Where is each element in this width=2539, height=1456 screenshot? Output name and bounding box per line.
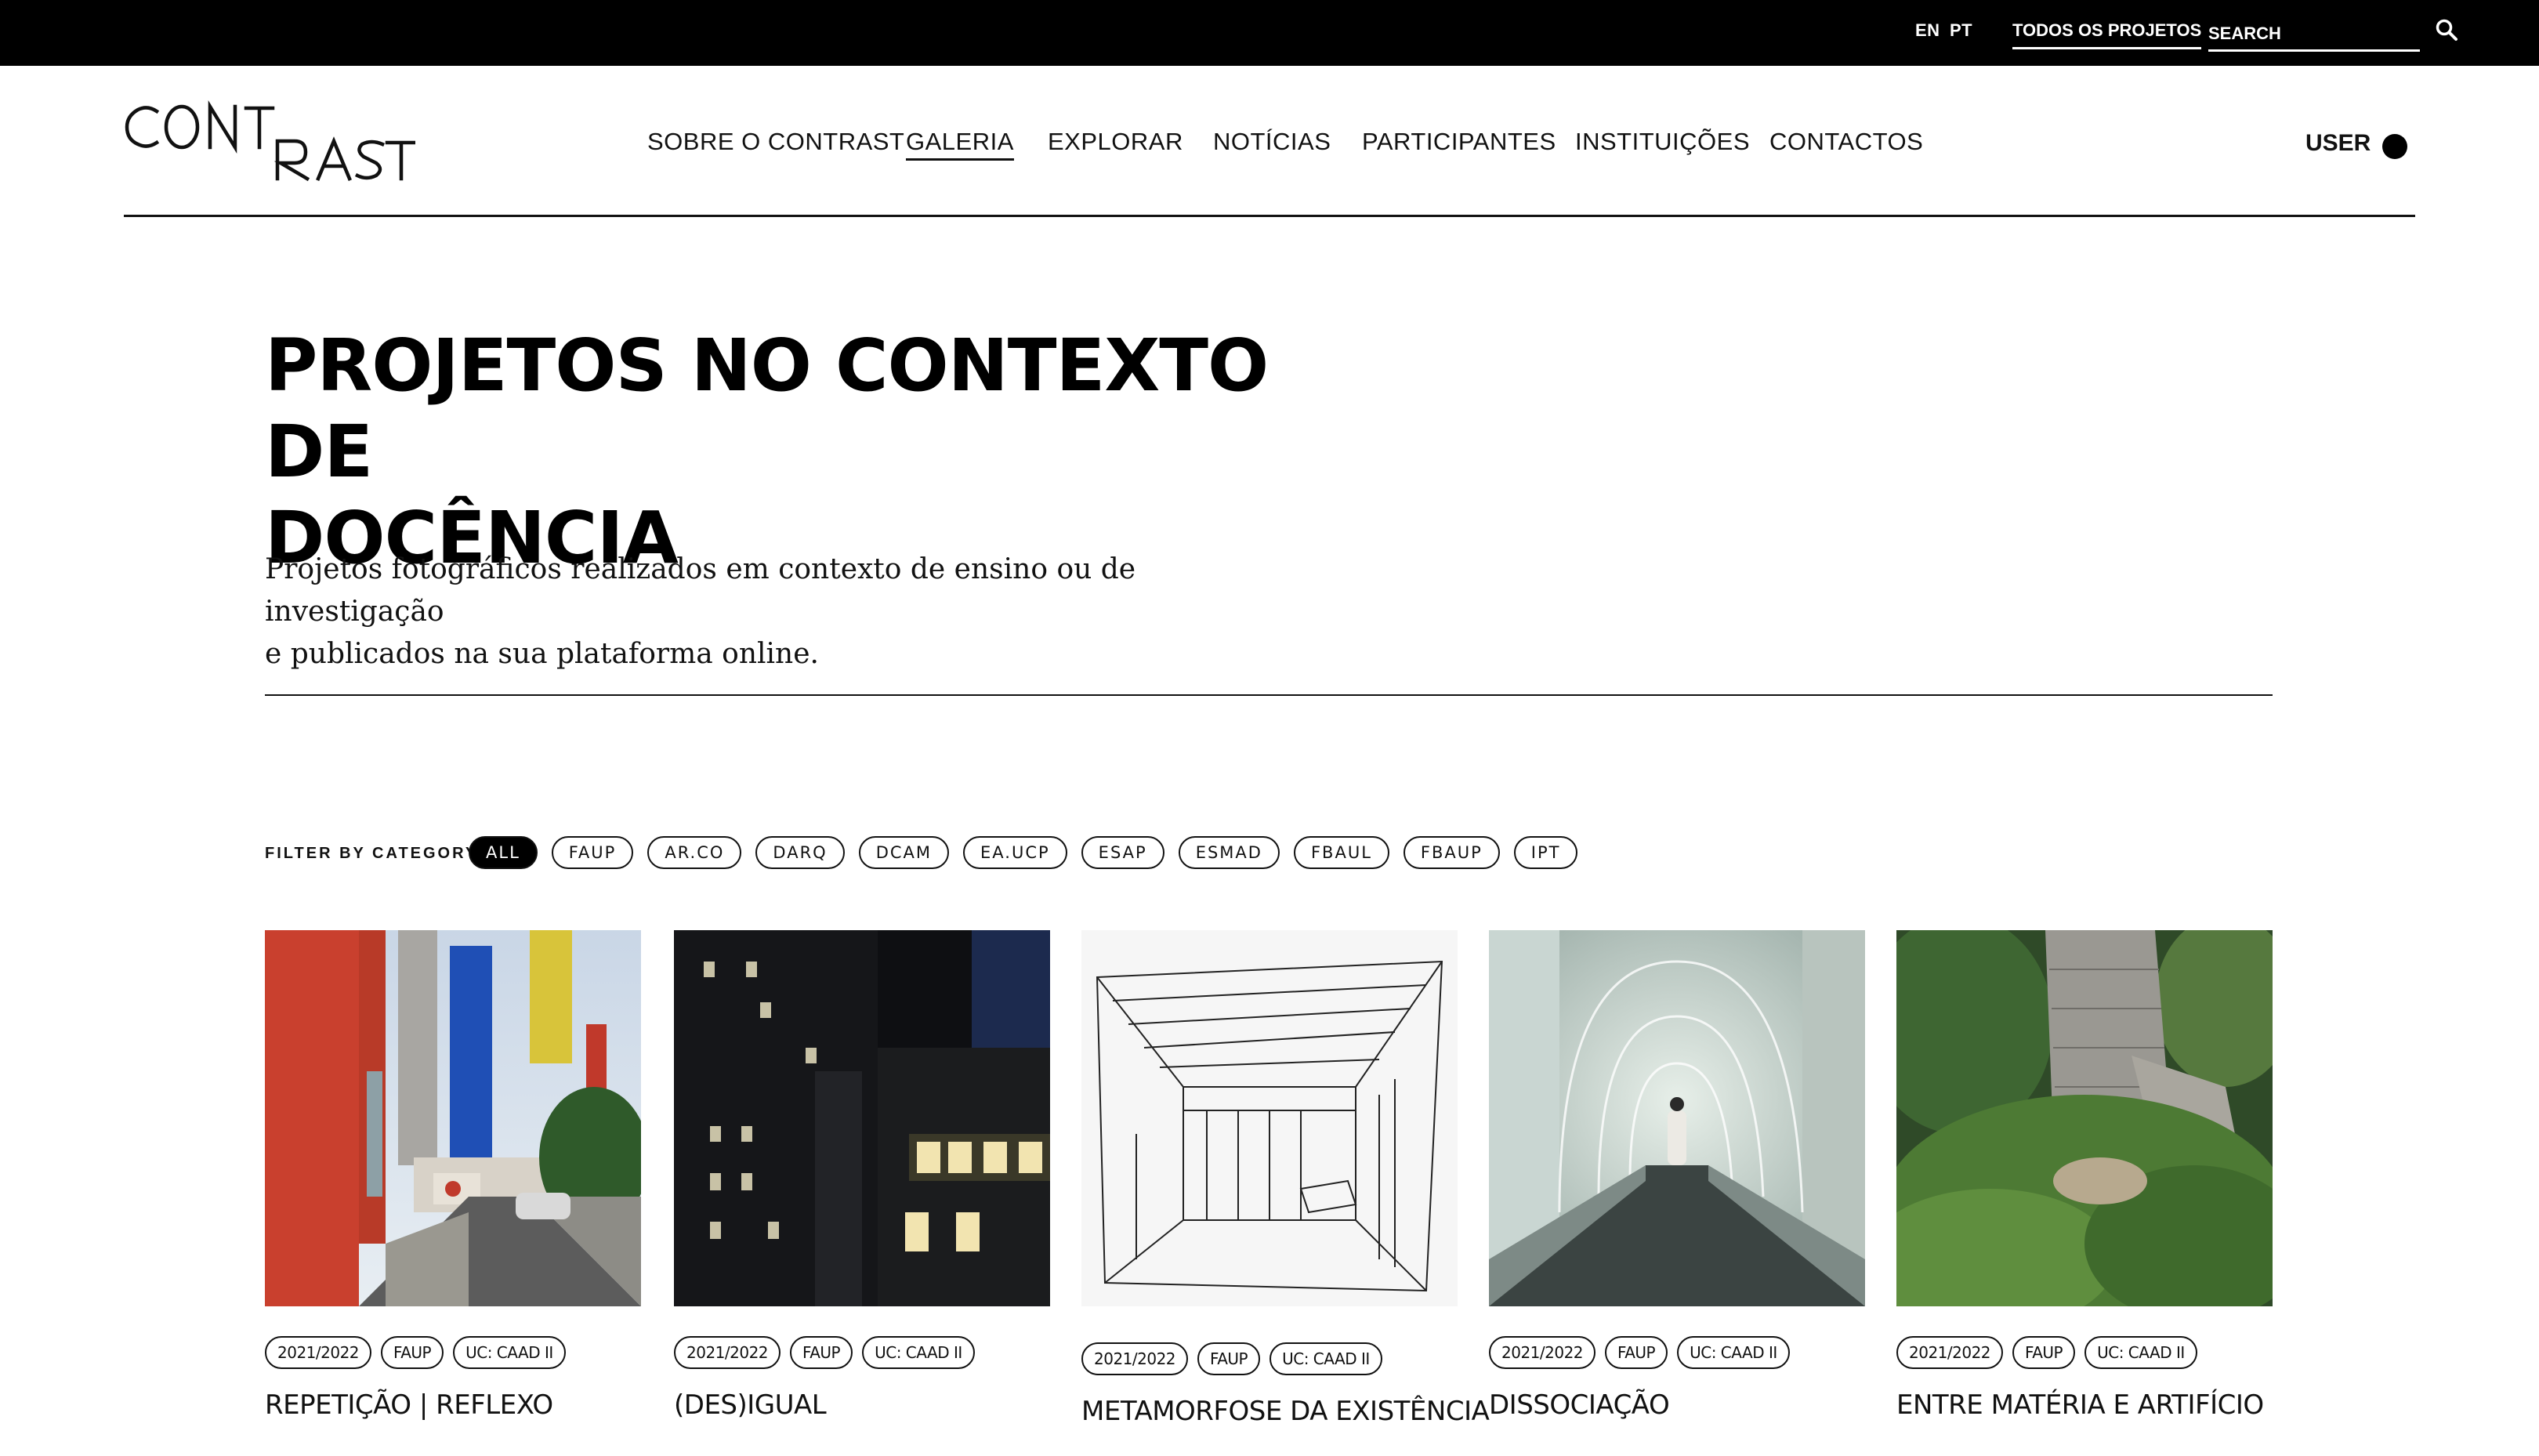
- filter-chip-arco[interactable]: AR.CO: [647, 836, 742, 869]
- project-card[interactable]: 2021/2022 FAUP UC: CAAD II DISSOCIAÇÃO: [1489, 930, 1865, 1421]
- hero-divider: [265, 694, 2273, 696]
- nav-galeria[interactable]: GALERIA: [906, 128, 1014, 161]
- filter-chip-dcam[interactable]: DCAM: [858, 836, 950, 869]
- project-tags: 2021/2022 FAUP UC: CAAD II: [674, 1336, 1050, 1369]
- project-title[interactable]: (DES)IGUAL: [674, 1389, 1050, 1421]
- filter-chip-esap[interactable]: ESAP: [1081, 836, 1164, 869]
- project-title[interactable]: REPETIÇÃO | REFLEXO: [265, 1389, 641, 1421]
- page-title-line-1: PROJETOS NO CONTEXTO DE: [265, 324, 1269, 494]
- tag-course[interactable]: UC: CAAD II: [453, 1336, 566, 1369]
- nav-contactos[interactable]: CONTACTOS: [1769, 128, 1923, 156]
- project-card[interactable]: 2021/2022 FAUP UC: CAAD II REPETIÇÃO | R…: [265, 930, 641, 1421]
- filter-chip-faup[interactable]: FAUP: [551, 836, 634, 869]
- page-description-line-2: e publicados na sua plataforma online.: [265, 638, 819, 670]
- category-filter: ALL FAUP AR.CO DARQ DCAM EA.UCP ESAP ESM…: [469, 836, 1578, 869]
- project-tags: 2021/2022 FAUP UC: CAAD II: [265, 1336, 641, 1369]
- tag-year[interactable]: 2021/2022: [674, 1336, 781, 1369]
- all-projects-link[interactable]: TODOS OS PROJETOS: [2012, 20, 2202, 49]
- tag-course[interactable]: UC: CAAD II: [1270, 1342, 1382, 1375]
- search-field: [2208, 11, 2420, 52]
- tag-course[interactable]: UC: CAAD II: [1677, 1336, 1790, 1369]
- project-card[interactable]: 2021/2022 FAUP UC: CAAD II ENTRE MATÉRIA…: [1896, 930, 2273, 1421]
- tag-institution[interactable]: FAUP: [381, 1336, 444, 1369]
- page-title: PROJETOS NO CONTEXTO DE DOCÊNCIA: [265, 323, 1362, 581]
- filter-chip-eaucp[interactable]: EA.UCP: [963, 836, 1067, 869]
- tag-year[interactable]: 2021/2022: [1896, 1336, 2004, 1369]
- project-thumbnail[interactable]: [1896, 930, 2273, 1306]
- nav-participantes[interactable]: PARTICIPANTES: [1362, 128, 1556, 156]
- language-en-link[interactable]: EN: [1915, 20, 1940, 41]
- tag-institution[interactable]: FAUP: [790, 1336, 853, 1369]
- search-input[interactable]: [2208, 11, 2420, 49]
- project-card[interactable]: 2021/2022 FAUP UC: CAAD II (DES)IGUAL: [674, 930, 1050, 1421]
- tag-year[interactable]: 2021/2022: [1081, 1342, 1189, 1375]
- filter-chip-darq[interactable]: DARQ: [755, 836, 845, 869]
- filter-chip-fbaul[interactable]: FBAUL: [1293, 836, 1389, 869]
- project-tags: 2021/2022 FAUP UC: CAAD II: [1489, 1336, 1865, 1369]
- tag-institution[interactable]: FAUP: [1197, 1342, 1261, 1375]
- nav-explorar[interactable]: EXPLORAR: [1048, 128, 1183, 156]
- tag-institution[interactable]: FAUP: [2012, 1336, 2076, 1369]
- tag-year[interactable]: 2021/2022: [265, 1336, 372, 1369]
- project-tags: 2021/2022 FAUP UC: CAAD II: [1896, 1336, 2273, 1369]
- tag-course[interactable]: UC: CAAD II: [2084, 1336, 2197, 1369]
- project-thumbnail[interactable]: [265, 930, 641, 1306]
- filter-chip-esmad[interactable]: ESMAD: [1178, 836, 1280, 869]
- tag-institution[interactable]: FAUP: [1605, 1336, 1668, 1369]
- header-divider: [124, 215, 2415, 217]
- project-card[interactable]: 2021/2022 FAUP UC: CAAD II METAMORFOSE D…: [1081, 930, 1490, 1427]
- nav-sobre[interactable]: SOBRE O CONTRAST: [647, 128, 904, 156]
- logo-mark: [125, 100, 418, 182]
- project-thumbnail[interactable]: [1081, 930, 1458, 1306]
- tag-course[interactable]: UC: CAAD II: [862, 1336, 975, 1369]
- project-thumbnail[interactable]: [1489, 930, 1865, 1306]
- page-description-line-1: Projetos fotográficos realizados em cont…: [265, 553, 1136, 628]
- language-pt-link[interactable]: PT: [1950, 20, 1972, 41]
- project-title[interactable]: METAMORFOSE DA EXISTÊNCIA: [1081, 1396, 1490, 1427]
- page-description: Projetos fotográficos realizados em cont…: [265, 549, 1252, 675]
- search-icon[interactable]: [2434, 17, 2461, 44]
- filter-label: FILTER BY CATEGORY:: [265, 845, 485, 862]
- top-bar: EN PT TODOS OS PROJETOS: [0, 0, 2539, 66]
- contrast-logo[interactable]: [124, 100, 418, 182]
- project-title[interactable]: ENTRE MATÉRIA E ARTIFÍCIO: [1896, 1389, 2273, 1421]
- nav-noticias[interactable]: NOTÍCIAS: [1213, 128, 1331, 156]
- user-status-dot: [2382, 134, 2407, 159]
- project-thumbnail[interactable]: [674, 930, 1050, 1306]
- project-tags: 2021/2022 FAUP UC: CAAD II: [1081, 1342, 1458, 1375]
- filter-chip-fbaup[interactable]: FBAUP: [1403, 836, 1500, 869]
- tag-year[interactable]: 2021/2022: [1489, 1336, 1596, 1369]
- filter-chip-ipt[interactable]: IPT: [1513, 836, 1578, 869]
- filter-chip-all[interactable]: ALL: [469, 836, 538, 869]
- project-title[interactable]: DISSOCIAÇÃO: [1489, 1389, 1865, 1421]
- user-menu[interactable]: USER: [2305, 130, 2371, 157]
- nav-instituicoes[interactable]: INSTITUIÇÕES: [1575, 128, 1750, 156]
